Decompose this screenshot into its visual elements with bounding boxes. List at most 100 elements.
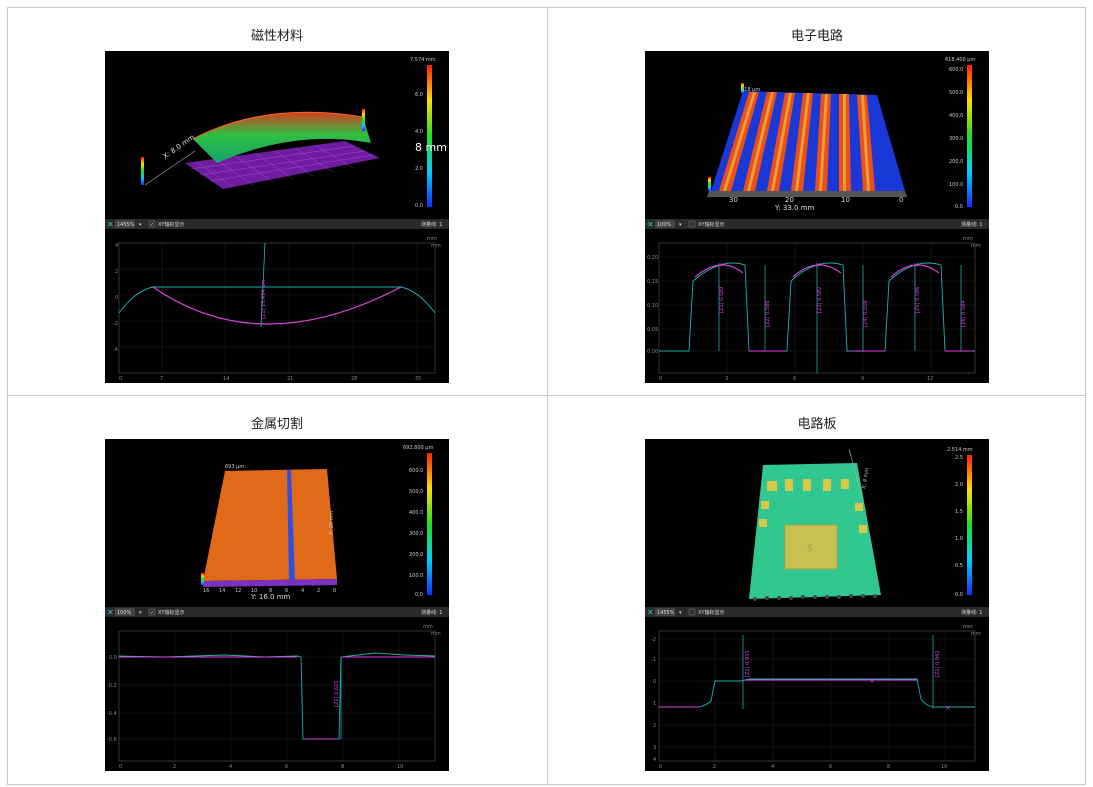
scale-tick: 6.0: [415, 92, 423, 98]
y-tick: 0.10: [647, 303, 658, 309]
x-tick: 0: [659, 764, 662, 770]
measurement-panel-circuit[interactable]: 618 µm 30 20 10 0 Y: 33.0 mm 618.400 µm …: [645, 51, 989, 383]
measurement-panel-pcb[interactable]: S X: 4 mm 2.514 mm 2.5 2.0 1.5 1.0 0.5 0…: [645, 439, 989, 771]
measure-annotation: [Z1] 0.933: [745, 651, 751, 677]
scale-tick: 0.0: [955, 204, 963, 210]
side-axis-label: X: 20 mm: [329, 510, 335, 535]
measure-line-count: 测量线: 1: [961, 609, 982, 616]
y-tick: 4: [115, 243, 118, 249]
x-tick: 10: [941, 764, 947, 770]
y-tick: 3: [653, 745, 656, 751]
x-tick: 7: [160, 376, 163, 382]
scale-tick: 100.0: [409, 573, 423, 579]
x-tick: 6: [793, 376, 796, 382]
zoom-level[interactable]: 100%: [117, 610, 132, 616]
x-tick: 12: [927, 376, 933, 382]
x-tick: 4: [771, 764, 774, 770]
3d-surface-view[interactable]: 693 µm X: 20 mm 16 14 12 10 8 6 4 2 0 Y:…: [201, 464, 337, 601]
x-tick: 6: [285, 764, 288, 770]
y-tick: 2: [653, 723, 656, 729]
scale-tick: 0.0: [955, 592, 963, 598]
x-tick: 9: [861, 376, 864, 382]
axis-tick: 10: [841, 196, 850, 204]
y-tick: -4: [113, 347, 118, 353]
x-tick: 28: [351, 376, 357, 382]
fitted-arc: [152, 286, 402, 325]
x-tick: 3: [725, 376, 728, 382]
scale-tick: 500.0: [409, 489, 423, 495]
axis-tick: 4: [301, 588, 304, 594]
checkbox-label: XY轴标显示: [698, 221, 724, 228]
corner-height-label: 618 µm: [741, 87, 760, 93]
y-tick: 1: [653, 701, 656, 707]
scale-tick: 2.0: [955, 482, 963, 488]
checkbox-label: XY轴标显示: [158, 221, 184, 228]
measurement-panel-magnetic[interactable]: X: 8.0 mm 7.574 mm 6.0 4.0 2.0 0.0 8 mm …: [105, 51, 449, 383]
scale-tick: 500.0: [949, 90, 963, 96]
profile-chart[interactable]: mm mm -2 -1 0 1 2 3 4 0 2 4 6 8 10 × × […: [651, 624, 981, 770]
y-tick: 4: [653, 757, 656, 763]
measure-annotation: [Z6] 0.584: [961, 301, 967, 327]
check-icon: ✓: [150, 222, 154, 228]
axis-tick: 0: [333, 588, 336, 594]
profile-chart[interactable]: mm mm 0.0 -0.2 -0.4 -0.6 0 2 4 6 8 10 [Z…: [107, 624, 441, 770]
measure-tool-icon[interactable]: ✕: [647, 220, 654, 229]
y-tick: 0.0: [109, 655, 117, 661]
side-axis-label: X: 4 mm: [861, 467, 871, 489]
measure-tool-icon[interactable]: ✕: [107, 220, 114, 229]
scale-tick: 400.0: [409, 510, 423, 516]
y-tick: 0.00: [647, 349, 658, 355]
profile-curve: [118, 652, 436, 740]
scale-tick: 2.0: [415, 166, 423, 172]
measure-annotation: [Z1] 25.494 um: [261, 280, 267, 319]
measure-line-count: 测量线: 1: [961, 221, 982, 228]
measure-tool-icon[interactable]: ✕: [647, 608, 654, 617]
scale-max-label: 2.514 mm: [947, 447, 973, 453]
x-tick: 0: [119, 764, 122, 770]
axis-tick: 2: [317, 588, 320, 594]
chip-mark-icon: S: [807, 544, 813, 554]
measure-tool-icon[interactable]: ✕: [107, 608, 114, 617]
profile-chart[interactable]: mm mm 0.20 0.15 0.10 0.05 0.00 0 3 6 9 1…: [647, 236, 981, 382]
measure-line-count: 测量线: 1: [421, 609, 442, 616]
scale-max-label: 692.800 µm: [403, 445, 433, 451]
measurement-panel-metal-cut[interactable]: 693 µm X: 20 mm 16 14 12 10 8 6 4 2 0 Y:…: [105, 439, 449, 771]
measure-annotation: [Z2] 0.942: [935, 651, 941, 677]
y-tick: -2: [651, 637, 656, 643]
check-icon: ✓: [150, 610, 154, 616]
color-scale-bar: 618.400 µm 600.0 500.0 400.0 300.0 200.0…: [945, 57, 975, 210]
color-scale-bar: 692.800 µm 600.0 500.0 400.0 300.0 200.0…: [403, 445, 433, 598]
y-tick: 0.05: [647, 327, 658, 333]
measure-annotation: [Z1] 0.621: [334, 681, 340, 707]
marker-icon: ×: [945, 704, 951, 712]
color-scale-bar: 7.574 mm 6.0 4.0 2.0 0.0: [410, 57, 436, 209]
scale-tick: 0.0: [415, 592, 423, 598]
xy-axis-checkbox[interactable]: [688, 220, 696, 228]
3d-surface-view[interactable]: X: 8.0 mm: [141, 109, 380, 189]
cell-title: 电子电路: [790, 29, 843, 44]
axis-tick: 20: [785, 196, 794, 204]
zoom-level[interactable]: 100%: [657, 222, 672, 228]
x-tick: 0: [659, 376, 662, 382]
zoom-level[interactable]: 1455%: [657, 610, 675, 616]
xy-axis-checkbox[interactable]: [688, 608, 696, 616]
x-tick: 21: [287, 376, 293, 382]
marker-icon: ×: [815, 261, 821, 269]
scale-tick: 600.0: [949, 67, 963, 73]
zoom-level[interactable]: 1455%: [117, 222, 135, 228]
3d-surface-view[interactable]: S X: 4 mm: [749, 448, 881, 601]
measure-annotation: [Z1] 0.589: [719, 287, 725, 313]
cell-title: 电路板: [797, 417, 837, 432]
panel-toolbar: ✕ 1455% ▾ ✓ XY轴标显示 测量线: 1: [105, 219, 449, 229]
unit-label: mm: [971, 631, 981, 637]
x-tick: 0: [119, 376, 122, 382]
marker-icon: ×: [869, 677, 875, 685]
x-tick: 2: [173, 764, 176, 770]
scale-max-label: 7.574 mm: [410, 57, 436, 63]
3d-surface-view[interactable]: 618 µm 30 20 10 0 Y: 33.0 mm: [707, 83, 907, 212]
profile-chart[interactable]: mm mm 4 2 0 -2 -4 0 7 14 21 28 35 [Z1] 2…: [113, 236, 441, 382]
unit-label: mm: [963, 236, 973, 242]
panel-toolbar: ✕ 1455% ▾ XY轴标显示 测量线: 1: [645, 607, 989, 617]
y-tick: 0.15: [647, 279, 658, 285]
y-tick: 0: [653, 679, 656, 685]
